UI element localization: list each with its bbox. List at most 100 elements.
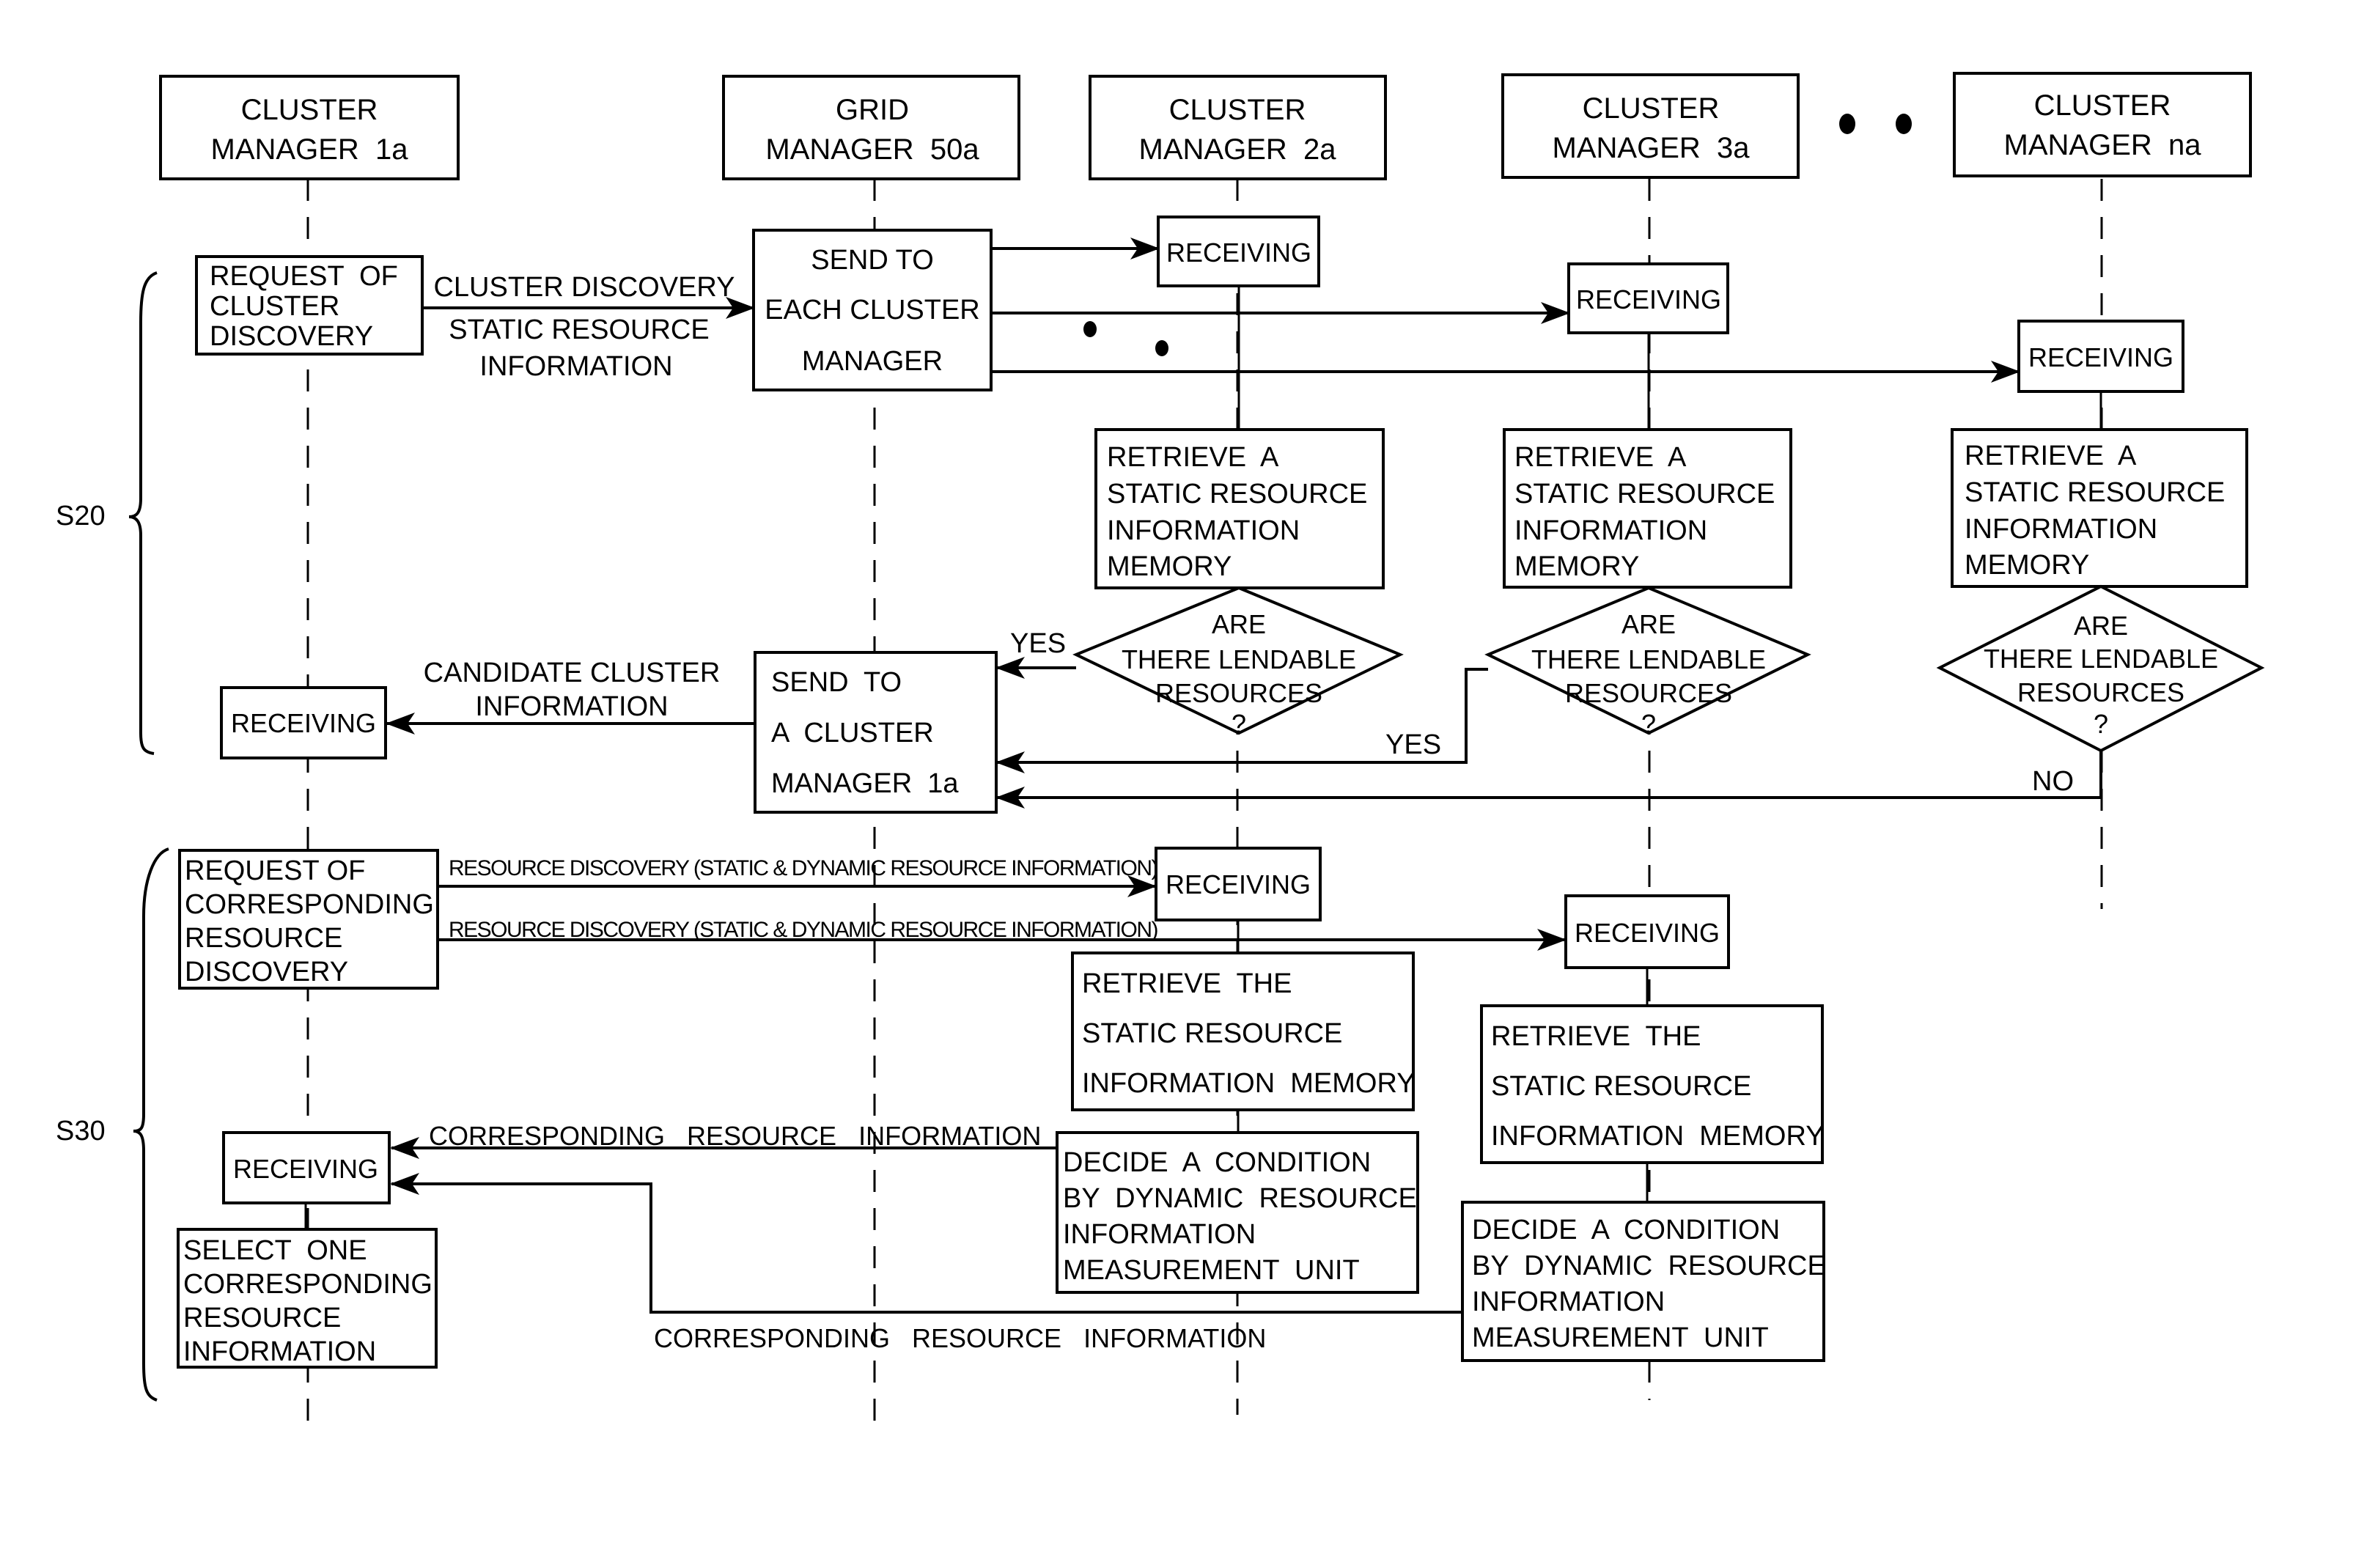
- label-no-cmna: NO: [2032, 766, 2074, 797]
- participant-label: CLUSTER: [1169, 94, 1306, 126]
- box-text: RECEIVING: [231, 708, 376, 738]
- participant-cluster-manager-na: CLUSTER MANAGER na: [1953, 72, 2252, 177]
- ellipsis-dots-arrows: [1083, 321, 1168, 356]
- sequence-diagram: CLUSTER MANAGER 1a GRID MANAGER 50a CLUS…: [56, 72, 2265, 1437]
- box-text: RECEIVING: [233, 1154, 378, 1184]
- s20-receiving-cm2a: RECEIVING: [1157, 216, 1320, 287]
- box-text: STATIC RESOURCE: [1514, 479, 1775, 509]
- participant-label: MANAGER 3a: [1553, 132, 1751, 164]
- msg-candidate-information: INFORMATION: [475, 691, 668, 722]
- box-text: RETRIEVE A: [1107, 442, 1279, 473]
- decision-text: ARE: [1212, 609, 1266, 639]
- box-text: MEMORY: [1514, 551, 1639, 582]
- phase-label-s30: S30: [56, 1116, 106, 1146]
- box-text: RECEIVING: [1575, 918, 1720, 948]
- box-text: INFORMATION MEMORY: [1491, 1121, 1825, 1152]
- msg-resource-discovery-2: RESOURCE DISCOVERY (STATIC & DYNAMIC RES…: [449, 918, 1157, 942]
- arrow-no-cmna: [995, 751, 2102, 809]
- box-text: A CLUSTER: [771, 718, 934, 748]
- decision-text: ?: [2094, 709, 2108, 739]
- s20-request-cluster-discovery-box: REQUEST OF CLUSTER DISCOVERY: [195, 255, 424, 356]
- box-text: STATIC RESOURCE: [1491, 1071, 1751, 1102]
- s30-receiving-cm1a: RECEIVING: [222, 1131, 391, 1204]
- brace-s30: [133, 847, 169, 1402]
- msg-cluster-discovery: CLUSTER DISCOVERY: [433, 272, 735, 303]
- box-text: DECIDE A CONDITION: [1472, 1215, 1780, 1245]
- box-text: STATIC RESOURCE: [1107, 479, 1367, 509]
- box-text: SEND TO: [771, 667, 902, 698]
- decision-text: ?: [1641, 709, 1656, 739]
- box-text: RECEIVING: [1166, 869, 1311, 899]
- box-text: STATIC RESOURCE: [1965, 477, 2225, 508]
- participant-label: MANAGER 1a: [211, 133, 409, 166]
- s30-decide-cm3a: DECIDE A CONDITION BY DYNAMIC RESOURCE I…: [1461, 1201, 1826, 1362]
- box-text: RESOURCE: [185, 923, 342, 954]
- participant-cluster-manager-3a: CLUSTER MANAGER 3a: [1501, 73, 1800, 179]
- box-text: DECIDE A CONDITION: [1063, 1147, 1371, 1178]
- s30-request-resource-discovery-box: REQUEST OF CORRESPONDING RESOURCE DISCOV…: [178, 849, 439, 990]
- box-text: RECEIVING: [1576, 284, 1721, 314]
- box-text: STATIC RESOURCE: [1082, 1018, 1342, 1049]
- participant-grid-manager-50a: GRID MANAGER 50a: [722, 75, 1020, 180]
- label-yes-cm2a: YES: [1010, 628, 1066, 659]
- s20-decision-cmna: ARE THERE LENDABLE RESOURCES ?: [1936, 584, 2265, 753]
- box-text: CLUSTER: [210, 291, 339, 322]
- s20-retrieve-cm3a: RETRIEVE A STATIC RESOURCE INFORMATION M…: [1503, 428, 1792, 589]
- s30-decide-cm2a: DECIDE A CONDITION BY DYNAMIC RESOURCE I…: [1056, 1131, 1419, 1294]
- box-text: INFORMATION: [1472, 1287, 1665, 1317]
- box-text: INFORMATION: [1107, 515, 1300, 546]
- box-text: REQUEST OF: [185, 855, 365, 886]
- decision-text: THERE LENDABLE: [1531, 644, 1766, 674]
- participant-label: MANAGER 2a: [1139, 133, 1337, 166]
- brace-s20: [128, 271, 158, 755]
- box-text: BY DYNAMIC RESOURCE: [1063, 1183, 1417, 1214]
- box-text: CORRESPONDING: [185, 889, 434, 920]
- phase-s30: S30: [56, 847, 169, 1402]
- s20-send-to-cm1a-box: SEND TO A CLUSTER MANAGER 1a: [754, 651, 998, 814]
- decision-text: THERE LENDABLE: [1122, 644, 1356, 674]
- box-text: INFORMATION: [183, 1336, 376, 1367]
- box-text: SEND TO: [811, 245, 934, 276]
- decision-text: ARE: [2074, 611, 2128, 641]
- box-text: EACH CLUSTER: [765, 295, 980, 325]
- participant-label: CLUSTER: [241, 94, 378, 126]
- box-text: INFORMATION: [1063, 1219, 1256, 1250]
- decision-text: ARE: [1621, 609, 1676, 639]
- s20-receiving-cm3a: RECEIVING: [1567, 262, 1729, 334]
- box-text: MEASUREMENT UNIT: [1063, 1255, 1360, 1286]
- phase-s20: S20: [56, 271, 158, 755]
- participant-label: GRID: [836, 94, 909, 126]
- s30-receiving-cm3a: RECEIVING: [1564, 894, 1730, 969]
- msg-candidate-cluster: CANDIDATE CLUSTER: [424, 658, 721, 688]
- msg-corresponding-info-1: CORRESPONDING RESOURCE INFORMATION: [429, 1121, 1041, 1151]
- decision-text: RESOURCES: [2017, 677, 2184, 707]
- s20-send-to-each-box: SEND TO EACH CLUSTER MANAGER: [752, 229, 993, 391]
- box-text: SELECT ONE: [183, 1235, 367, 1266]
- box-text: CORRESPONDING: [183, 1269, 432, 1300]
- s20-receiving-cmna: RECEIVING: [2017, 320, 2184, 393]
- box-text: RETRIEVE THE: [1082, 968, 1292, 999]
- s20-decision-cm2a: ARE THERE LENDABLE RESOURCES ?: [1072, 586, 1404, 739]
- participant-label: CLUSTER: [2034, 89, 2171, 122]
- participant-label: MANAGER na: [2004, 129, 2202, 161]
- decision-text: RESOURCES: [1565, 678, 1732, 708]
- box-text: INFORMATION: [1514, 515, 1707, 546]
- box-text: MEMORY: [1965, 550, 2089, 581]
- box-text: MEMORY: [1107, 551, 1232, 582]
- box-text: REQUEST OF: [210, 261, 398, 292]
- box-text: INFORMATION: [1965, 514, 2157, 545]
- box-text: RECEIVING: [2028, 342, 2173, 372]
- s30-retrieve-cm3a: RETRIEVE THE STATIC RESOURCE INFORMATION…: [1480, 1004, 1825, 1164]
- label-yes-cm3a: YES: [1385, 729, 1441, 760]
- box-text: RESOURCE: [183, 1303, 341, 1333]
- decision-text: THERE LENDABLE: [1984, 644, 2218, 674]
- decision-text: RESOURCES: [1155, 678, 1322, 708]
- box-text: MANAGER: [802, 346, 943, 377]
- box-text: RECEIVING: [1166, 238, 1311, 268]
- ellipsis-dots-header: [1839, 114, 1912, 134]
- box-text: MEASUREMENT UNIT: [1472, 1322, 1769, 1353]
- s30-receiving-cm2a: RECEIVING: [1155, 847, 1322, 921]
- s20-retrieve-cmna: RETRIEVE A STATIC RESOURCE INFORMATION M…: [1951, 428, 2248, 588]
- msg-resource-discovery-1: RESOURCE DISCOVERY (STATIC & DYNAMIC RES…: [449, 856, 1157, 880]
- msg-corresponding-info-2: CORRESPONDING RESOURCE INFORMATION: [654, 1323, 1266, 1353]
